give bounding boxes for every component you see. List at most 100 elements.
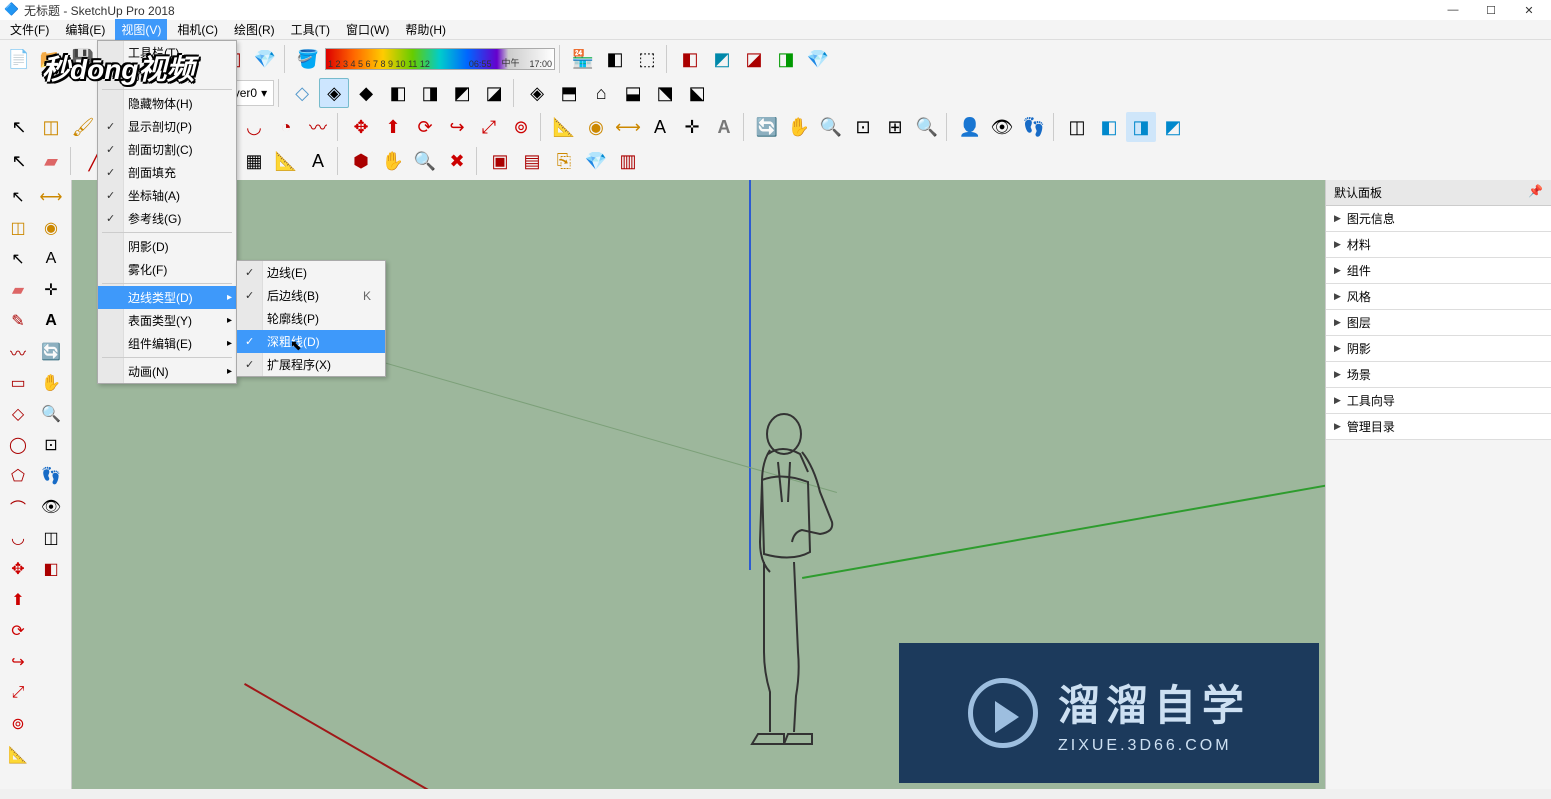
pin-icon[interactable]: 📌 bbox=[1528, 184, 1543, 201]
menu-view[interactable]: 视图(V) bbox=[115, 19, 167, 40]
ext-button-2[interactable]: ⬚ bbox=[632, 44, 662, 74]
cam-left-button[interactable]: ⬕ bbox=[682, 78, 712, 108]
dim-button[interactable]: ⟷ bbox=[613, 112, 643, 142]
cam-front-button[interactable]: ⌂ bbox=[586, 78, 616, 108]
cam-top-button[interactable]: ⬒ bbox=[554, 78, 584, 108]
3dtext-button[interactable]: A bbox=[709, 112, 739, 142]
lt-pan[interactable]: ✋ bbox=[35, 368, 67, 398]
pan-button[interactable]: ✋ bbox=[784, 112, 814, 142]
menu-help[interactable]: 帮助(H) bbox=[399, 19, 452, 40]
lt-zoomwin[interactable]: ⊡ bbox=[35, 430, 67, 460]
tray-item-styles[interactable]: ▶风格 bbox=[1326, 284, 1551, 310]
menu-draw[interactable]: 绘图(R) bbox=[228, 19, 281, 40]
tool-button[interactable]: 💎 bbox=[250, 44, 280, 74]
position-cam-button[interactable]: 👤 bbox=[955, 112, 985, 142]
tool-f-button[interactable]: 📐 bbox=[271, 146, 301, 176]
tool-l-button[interactable]: ▣ bbox=[485, 146, 515, 176]
submenu-depth-cue[interactable]: ✓深粗线(D) bbox=[237, 330, 385, 353]
lt-rotate[interactable]: ⟳ bbox=[2, 616, 34, 646]
lt-axes[interactable]: ✛ bbox=[35, 275, 67, 305]
tool-j-button[interactable]: 🔍 bbox=[410, 146, 440, 176]
menu-view-section-cut[interactable]: ✓剖面切割(C) bbox=[98, 138, 238, 161]
view-hidden-button[interactable]: ◈ bbox=[319, 78, 349, 108]
cam-back-button[interactable]: ⬔ bbox=[650, 78, 680, 108]
menu-view-section-fill[interactable]: ✓剖面填充 bbox=[98, 161, 238, 184]
lt-pencil[interactable]: ✎ bbox=[2, 306, 34, 336]
tool-n-button[interactable]: ⎘ bbox=[549, 146, 579, 176]
lt-text[interactable]: A bbox=[35, 244, 67, 274]
tray-item-components[interactable]: ▶组件 bbox=[1326, 258, 1551, 284]
offset-button[interactable]: ⊚ bbox=[506, 112, 536, 142]
tool-o-button[interactable]: 💎 bbox=[581, 146, 611, 176]
tool-m-button[interactable]: ▤ bbox=[517, 146, 547, 176]
view-tex-button[interactable]: ◧ bbox=[383, 78, 413, 108]
select2-button[interactable]: ↖ bbox=[4, 146, 34, 176]
lt-3dtext[interactable]: A bbox=[35, 306, 67, 336]
lt-section[interactable]: ◫ bbox=[35, 523, 67, 553]
tool-h-button[interactable]: ⬢ bbox=[346, 146, 376, 176]
tray-item-layers[interactable]: ▶图层 bbox=[1326, 310, 1551, 336]
tape-button[interactable]: 📐 bbox=[549, 112, 579, 142]
orbit-button[interactable]: 🔄 bbox=[752, 112, 782, 142]
lt-eraser[interactable]: ▰ bbox=[2, 275, 34, 305]
menu-view-show-section[interactable]: ✓显示剖切(P) bbox=[98, 115, 238, 138]
scale-button[interactable]: ⤢ bbox=[474, 112, 504, 142]
walk-button[interactable]: 👣 bbox=[1019, 112, 1049, 142]
warehouse-button[interactable]: 🏪 bbox=[568, 44, 598, 74]
lt-arc[interactable]: ⌒ bbox=[2, 492, 34, 522]
lt-box[interactable]: ◫ bbox=[2, 213, 34, 243]
tool-p-button[interactable]: ▥ bbox=[613, 146, 643, 176]
view-shaded-button[interactable]: ◆ bbox=[351, 78, 381, 108]
lt-offset[interactable]: ⊚ bbox=[2, 709, 34, 739]
lt-select2[interactable]: ↖ bbox=[2, 244, 34, 274]
tray-item-instructor[interactable]: ▶工具向导 bbox=[1326, 388, 1551, 414]
menu-view-fog[interactable]: 雾化(F) bbox=[98, 258, 238, 281]
lt-tape[interactable]: 📐 bbox=[2, 740, 34, 770]
menu-tools[interactable]: 工具(T) bbox=[285, 19, 336, 40]
axes-button[interactable]: ✛ bbox=[677, 112, 707, 142]
ext-button-1[interactable]: ◧ bbox=[600, 44, 630, 74]
submenu-back-edges[interactable]: ✓后边线(B)K bbox=[237, 284, 385, 307]
follow-button[interactable]: ↪ bbox=[442, 112, 472, 142]
menu-view-hidden-geo[interactable]: 隐藏物体(H) bbox=[98, 92, 238, 115]
menu-view-axes[interactable]: ✓坐标轴(A) bbox=[98, 184, 238, 207]
lt-free[interactable]: 〰 bbox=[2, 337, 34, 367]
menu-view-animation[interactable]: 动画(N)▸ bbox=[98, 360, 238, 383]
tray-item-scenes[interactable]: ▶场景 bbox=[1326, 362, 1551, 388]
lt-circle[interactable]: ◯ bbox=[2, 430, 34, 460]
lt-orbit[interactable]: 🔄 bbox=[35, 337, 67, 367]
pie-button[interactable]: ◔ bbox=[271, 112, 301, 142]
menu-view-guides[interactable]: ✓参考线(G) bbox=[98, 207, 238, 230]
zoom-ext-button[interactable]: ⊞ bbox=[880, 112, 910, 142]
move-button[interactable]: ✥ bbox=[346, 112, 376, 142]
zoom-button[interactable]: 🔍 bbox=[816, 112, 846, 142]
new-button[interactable]: 📄 bbox=[4, 44, 34, 74]
tool-i-button[interactable]: ✋ bbox=[378, 146, 408, 176]
view-xray-button[interactable]: ◩ bbox=[447, 78, 477, 108]
submenu-profiles[interactable]: 轮廓线(P) bbox=[237, 307, 385, 330]
style-4-button[interactable]: ◨ bbox=[771, 44, 801, 74]
maximize-button[interactable]: ☐ bbox=[1473, 0, 1509, 20]
cam-iso-button[interactable]: ◈ bbox=[522, 78, 552, 108]
style-1-button[interactable]: ◧ bbox=[675, 44, 705, 74]
menu-view-component-edit[interactable]: 组件编辑(E)▸ bbox=[98, 332, 238, 355]
chevron-down-icon[interactable]: ▾ bbox=[261, 86, 267, 100]
lt-rect[interactable]: ▭ bbox=[2, 368, 34, 398]
submenu-edges[interactable]: ✓边线(E) bbox=[237, 261, 385, 284]
select-button[interactable]: ↖ bbox=[4, 112, 34, 142]
view-wire-button[interactable]: ◇ bbox=[287, 78, 317, 108]
lt-poly[interactable]: ⬠ bbox=[2, 461, 34, 491]
zoom-win-button[interactable]: ⊡ bbox=[848, 112, 878, 142]
menu-file[interactable]: 文件(F) bbox=[4, 19, 55, 40]
menu-view-shadows[interactable]: 阴影(D) bbox=[98, 235, 238, 258]
close-button[interactable]: ✕ bbox=[1511, 0, 1547, 20]
lt-move[interactable]: ✥ bbox=[2, 554, 34, 584]
tray-item-entity-info[interactable]: ▶图元信息 bbox=[1326, 206, 1551, 232]
shadow-time-gradient[interactable]: 1 2 3 4 5 6 7 8 9 10 11 12 06:55 中午 17:0… bbox=[325, 48, 555, 70]
eraser2-button[interactable]: ▰ bbox=[36, 146, 66, 176]
view-mono-button[interactable]: ◨ bbox=[415, 78, 445, 108]
section-display-button[interactable]: ◧ bbox=[1094, 112, 1124, 142]
lt-walk[interactable]: 👣 bbox=[35, 461, 67, 491]
zoom-prev-button[interactable]: 🔍 bbox=[912, 112, 942, 142]
style-2-button[interactable]: ◩ bbox=[707, 44, 737, 74]
